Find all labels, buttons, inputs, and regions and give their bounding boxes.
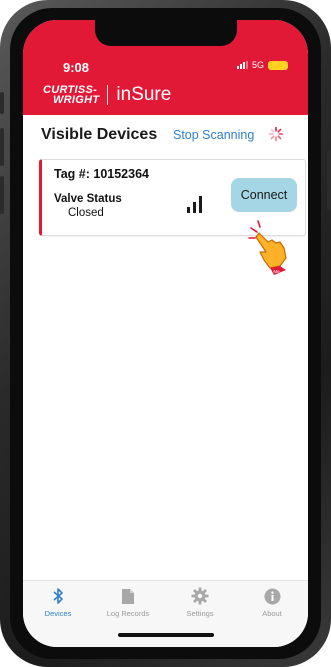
- tab-settings[interactable]: Settings: [165, 587, 235, 618]
- cell-signal-icon: [236, 61, 248, 69]
- power-button: [327, 150, 331, 210]
- brand-divider: [107, 85, 109, 105]
- home-indicator[interactable]: [118, 633, 214, 637]
- mute-switch: [0, 92, 4, 114]
- brand-header: CURTISS- WRIGHT inSure: [43, 84, 171, 106]
- tag-number: Tag #: 10152364: [54, 167, 149, 181]
- tab-log-records[interactable]: Log Records: [93, 587, 163, 618]
- valve-status-value: Closed: [68, 207, 104, 219]
- volume-up-button: [0, 128, 4, 166]
- stop-scanning-link[interactable]: Stop Scanning: [173, 128, 254, 142]
- phone-frame: 9:08 5G ⚡ CURTISS- WRIGHT inSure Visible…: [0, 0, 331, 667]
- bluetooth-icon: [23, 587, 93, 605]
- info-icon: [237, 587, 307, 605]
- scanning-spinner-icon: [268, 126, 284, 142]
- svg-text:Click Me: Click Me: [262, 269, 280, 274]
- page-title: Visible Devices: [41, 126, 158, 143]
- volume-down-button: [0, 176, 4, 214]
- battery-charging-icon: ⚡: [268, 60, 288, 70]
- title-row: Visible Devices Stop Scanning: [41, 126, 296, 150]
- network-type: 5G: [251, 60, 264, 70]
- app-name: inSure: [116, 84, 172, 105]
- document-icon: [93, 587, 163, 605]
- valve-status-label: Valve Status: [54, 193, 122, 205]
- curtiss-wright-logo: CURTISS- WRIGHT: [43, 84, 100, 106]
- status-icons: 5G ⚡: [236, 60, 288, 70]
- status-time: 9:08: [63, 60, 90, 75]
- status-bar: 9:08 5G ⚡: [23, 54, 308, 75]
- gear-icon: [165, 587, 235, 605]
- notch: [95, 20, 237, 46]
- tab-about[interactable]: About: [237, 587, 307, 618]
- pointing-hand-icon: Click Me: [248, 220, 287, 275]
- tab-devices[interactable]: Devices: [23, 587, 93, 618]
- connect-button[interactable]: Connect: [231, 178, 297, 212]
- phone-screen: 9:08 5G ⚡ CURTISS- WRIGHT inSure Visible…: [23, 20, 308, 647]
- signal-strength-icon: [187, 196, 202, 213]
